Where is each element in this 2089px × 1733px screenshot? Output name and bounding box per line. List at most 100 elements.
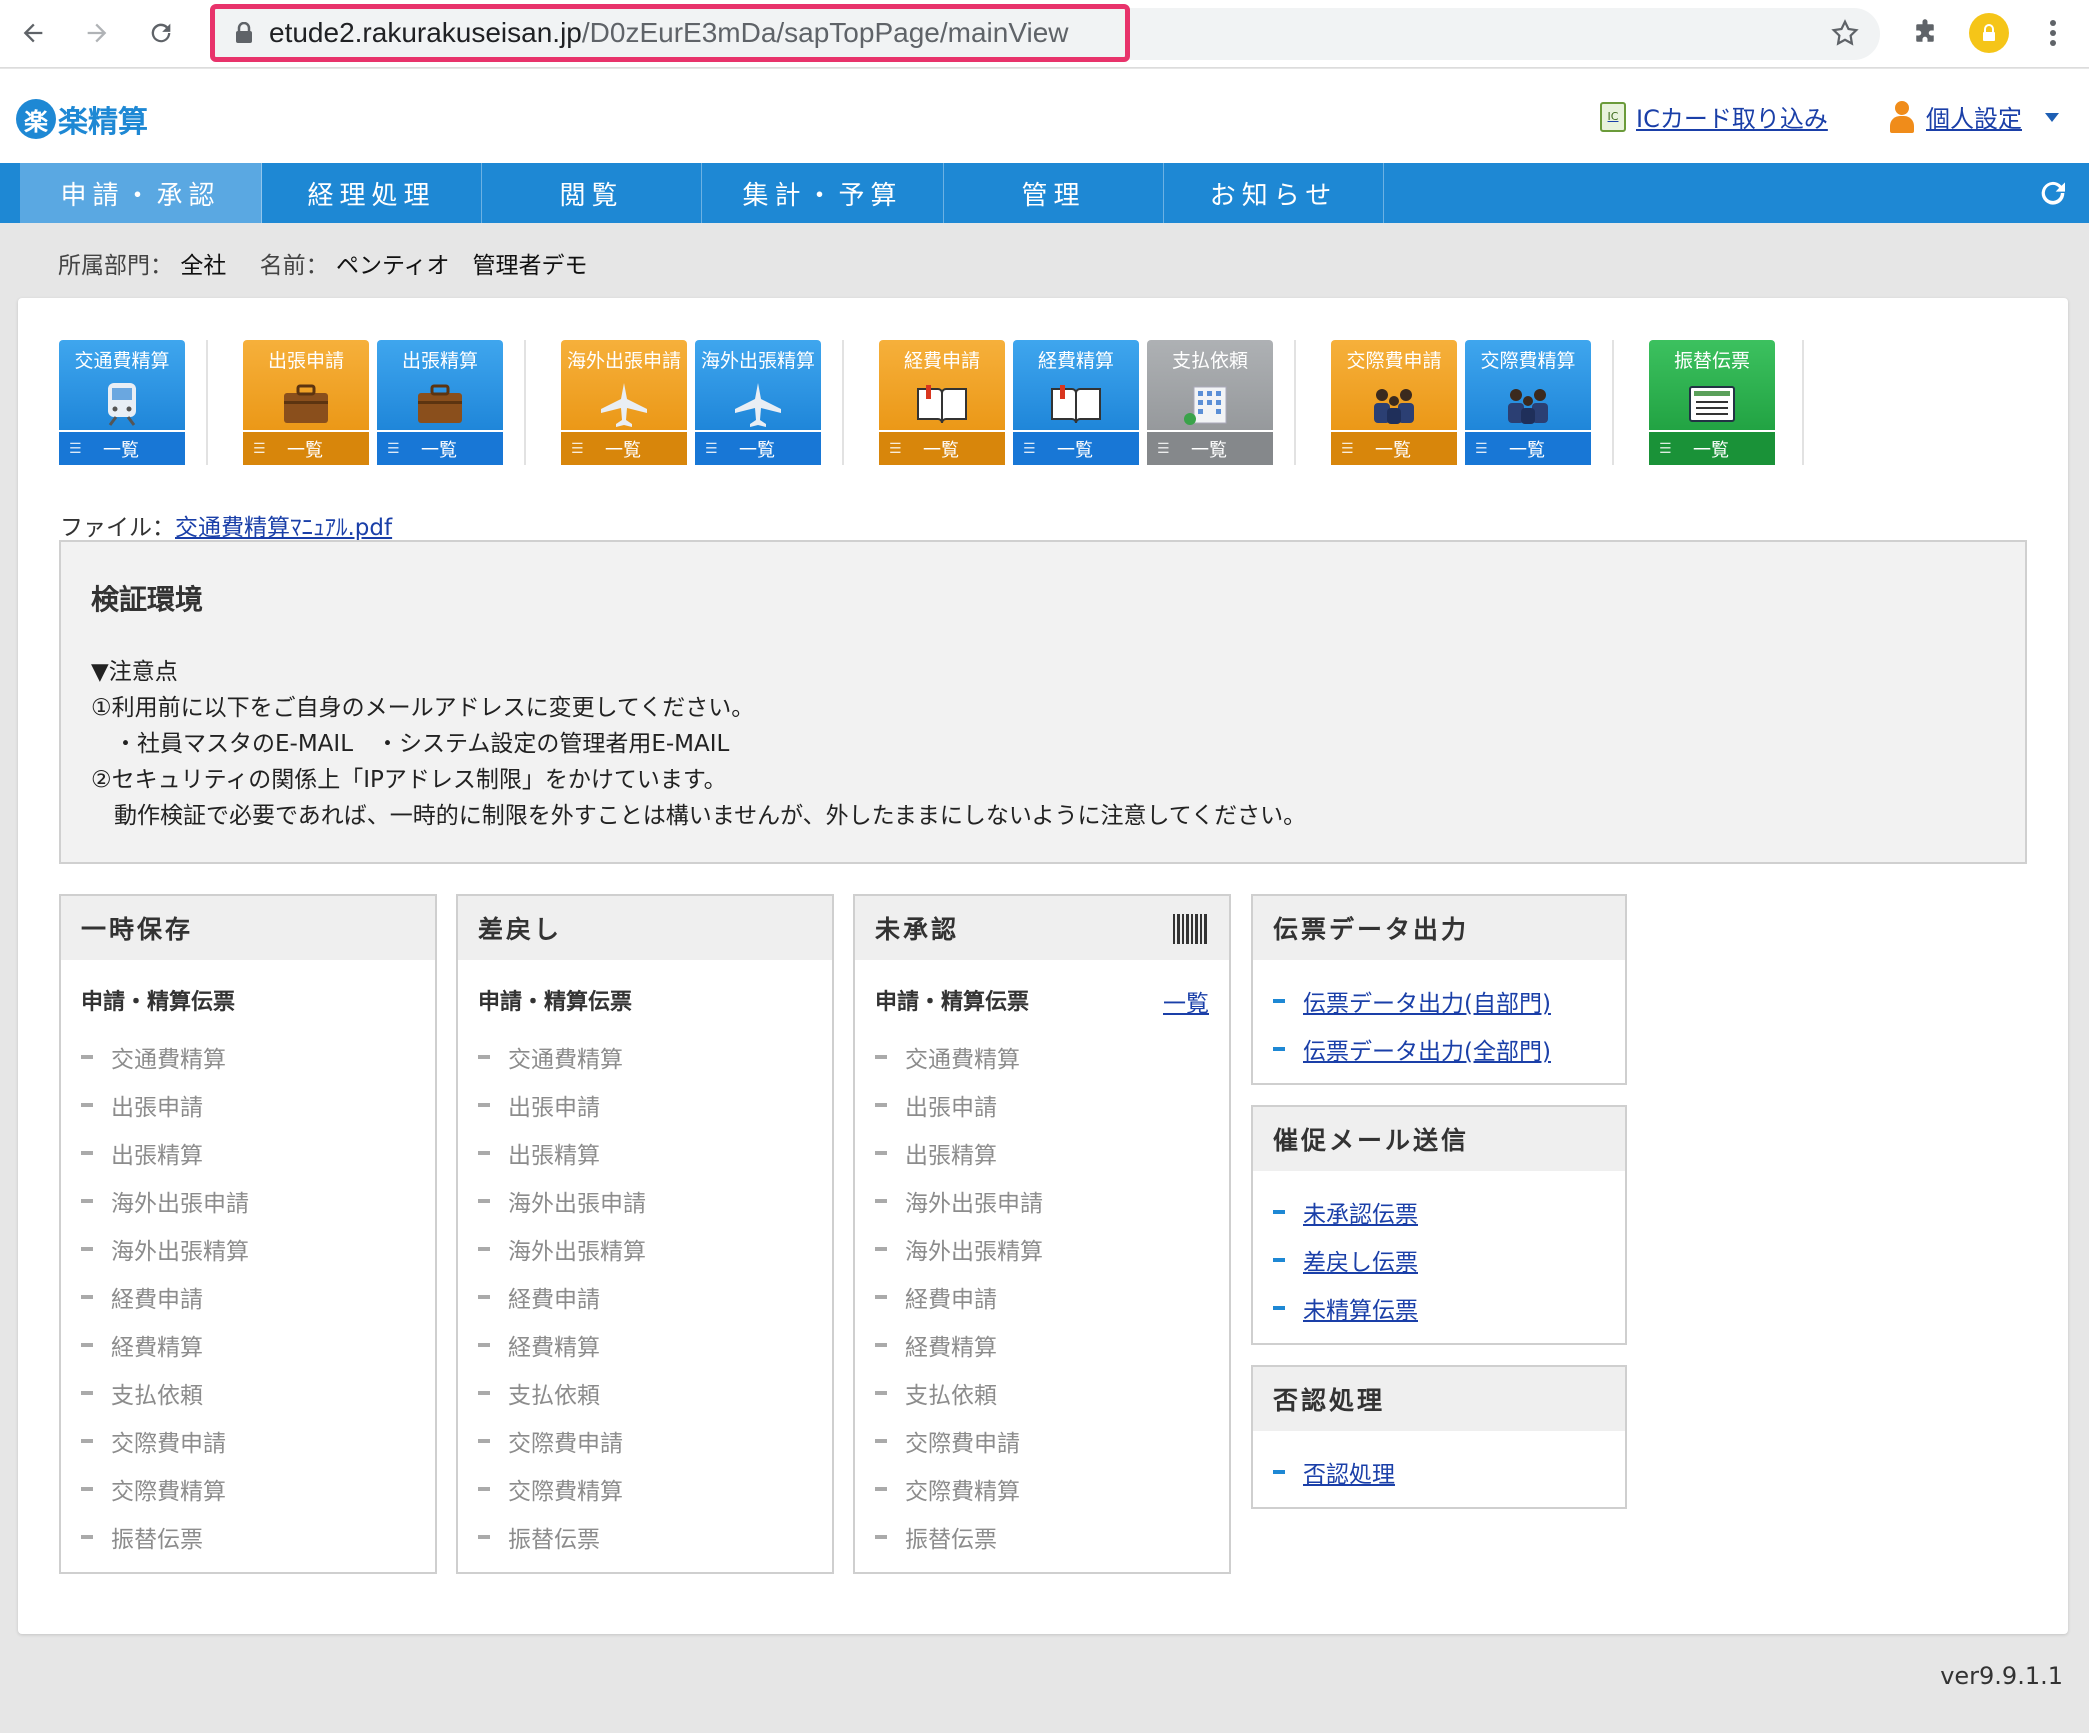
list-item: 交通費精算 <box>478 1040 623 1074</box>
tile-payment-request[interactable]: 支払依頼 ☰ 一覧 <box>1147 340 1273 465</box>
list-item: 出張申請 <box>478 1088 600 1122</box>
temp-saved-box: 一時保存 申請・精算伝票 交通費精算 出張申請 出張精算 海外出張申請 海外出張… <box>59 894 437 1574</box>
list-item: 海外出張申請 <box>478 1184 646 1218</box>
tile-title: 支払依頼 <box>1171 350 1248 372</box>
box-title: 伝票データ出力 <box>1253 896 1625 960</box>
unsettled-voucher-link[interactable]: 未精算伝票 <box>1273 1291 1418 1325</box>
tile-list-label[interactable]: 一覧 <box>923 436 959 462</box>
menu-kebab-icon[interactable] <box>2030 10 2076 56</box>
file-line: ファイル：交通費精算ﾏﾆｭｱﾙ.pdf <box>60 508 392 542</box>
reminder-mail-box: 催促メール送信 未承認伝票 差戻し伝票 未精算伝票 <box>1251 1105 1627 1345</box>
tile-entertainment-settlement[interactable]: 交際費精算 ☰ 一覧 <box>1465 340 1591 465</box>
list-item: 出張申請 <box>875 1088 997 1122</box>
logo[interactable]: 楽 楽精算 <box>16 97 148 141</box>
tab-application-approval[interactable]: 申請・承認 <box>20 163 262 223</box>
list-icon: ☰ <box>1157 440 1170 457</box>
tile-list-label[interactable]: 一覧 <box>739 436 775 462</box>
export-own-dept-link[interactable]: 伝票データ出力(自部門) <box>1273 984 1551 1018</box>
tile-list-label[interactable]: 一覧 <box>1191 436 1227 462</box>
tile-title: 経費精算 <box>1037 350 1114 372</box>
name-label: 名前： <box>259 253 329 279</box>
briefcase-icon <box>284 384 328 423</box>
ic-card-label: ICカード取り込み <box>1636 105 1828 133</box>
tile-expense-application[interactable]: 経費申請 ☰ 一覧 <box>879 340 1005 465</box>
tab-browse[interactable]: 閲覧 <box>482 163 702 223</box>
tile-separator <box>206 340 208 465</box>
tile-list-label[interactable]: 一覧 <box>1693 436 1729 462</box>
back-icon[interactable] <box>10 10 56 56</box>
briefcase-icon <box>418 384 462 423</box>
dept-value: 全社 <box>180 253 227 279</box>
export-all-dept-link[interactable]: 伝票データ出力(全部門) <box>1273 1032 1551 1066</box>
list-icon: ☰ <box>1341 440 1354 457</box>
personal-settings-link[interactable]: 個人設定 <box>1890 99 2060 134</box>
extensions-icon[interactable] <box>1902 10 1948 56</box>
tile-list-label[interactable]: 一覧 <box>103 436 139 462</box>
ic-card-import-link[interactable]: IC ICカード取り込み <box>1600 99 1828 134</box>
user-info: 所属部門： 全社 名前： ペンティオ 管理者デモ <box>58 246 614 280</box>
unapproved-list-link[interactable]: 一覧 <box>1163 984 1209 1018</box>
list-icon: ☰ <box>253 440 266 457</box>
manual-pdf-link[interactable]: 交通費精算ﾏﾆｭｱﾙ.pdf <box>175 515 392 541</box>
tile-list-label[interactable]: 一覧 <box>1375 436 1411 462</box>
list-icon: ☰ <box>1023 440 1036 457</box>
book-icon <box>917 385 967 424</box>
browser-toolbar: etude2.rakurakuseisan.jp/D0zEurE3mDa/sap… <box>0 0 2089 68</box>
bookmark-star-icon[interactable] <box>1822 10 1868 56</box>
airplane-icon <box>601 383 647 427</box>
list-item: 出張精算 <box>478 1136 600 1170</box>
tile-list-label[interactable]: 一覧 <box>421 436 457 462</box>
barcode-icon[interactable] <box>1173 914 1209 944</box>
list-icon: ☰ <box>889 440 902 457</box>
tile-separator <box>1294 340 1296 465</box>
tab-budget[interactable]: 集計・予算 <box>702 163 944 223</box>
refresh-icon[interactable] <box>2037 177 2069 209</box>
airplane-icon <box>735 383 781 427</box>
list-item: 支払依頼 <box>81 1376 203 1410</box>
tile-overseas-trip-application[interactable]: 海外出張申請 ☰ 一覧 <box>561 340 687 465</box>
list-item: 海外出張申請 <box>875 1184 1043 1218</box>
forward-icon[interactable] <box>74 10 120 56</box>
list-item: 交際費精算 <box>81 1472 226 1506</box>
notice-title: 検証環境 <box>91 583 204 616</box>
tile-list-label[interactable]: 一覧 <box>1057 436 1093 462</box>
list-item: 海外出張精算 <box>875 1232 1043 1266</box>
list-item: 交際費申請 <box>478 1424 623 1458</box>
tab-accounting[interactable]: 経理処理 <box>262 163 482 223</box>
rejection-box: 否認処理 否認処理 <box>1251 1365 1627 1509</box>
tile-expense-settlement[interactable]: 経費精算 ☰ 一覧 <box>1013 340 1139 465</box>
tile-list-label[interactable]: 一覧 <box>605 436 641 462</box>
version-label: ver9.9.1.1 <box>1940 1662 2063 1690</box>
tile-transport-expense[interactable]: 交通費精算 ☰ 一覧 <box>59 340 185 465</box>
address-bar[interactable]: etude2.rakurakuseisan.jp/D0zEurE3mDa/sap… <box>210 4 1130 62</box>
tile-list-label[interactable]: 一覧 <box>1509 436 1545 462</box>
dept-label: 所属部門： <box>58 253 173 279</box>
list-item: 交際費精算 <box>478 1472 623 1506</box>
tile-list-label[interactable]: 一覧 <box>287 436 323 462</box>
tile-entertainment-application[interactable]: 交際費申請 ☰ 一覧 <box>1331 340 1457 465</box>
tile-trip-application[interactable]: 出張申請 ☰ 一覧 <box>243 340 369 465</box>
profile-avatar[interactable] <box>1966 10 2012 56</box>
lock-icon <box>236 22 252 43</box>
box-title: 差戻し <box>458 896 832 960</box>
tab-admin[interactable]: 管理 <box>944 163 1164 223</box>
reload-icon[interactable] <box>138 10 184 56</box>
list-item: 出張申請 <box>81 1088 203 1122</box>
list-item: 経費精算 <box>81 1328 203 1362</box>
tile-separator <box>842 340 844 465</box>
list-icon: ☰ <box>69 440 82 457</box>
rejection-process-link[interactable]: 否認処理 <box>1273 1455 1395 1489</box>
returned-voucher-link[interactable]: 差戻し伝票 <box>1273 1243 1418 1277</box>
box-subheading: 申請・精算伝票 <box>875 990 1030 1015</box>
voucher-export-box: 伝票データ出力 伝票データ出力(自部門) 伝票データ出力(全部門) <box>1251 894 1627 1085</box>
tile-trip-settlement[interactable]: 出張精算 ☰ 一覧 <box>377 340 503 465</box>
list-item: 経費申請 <box>875 1280 997 1314</box>
box-title: 否認処理 <box>1253 1367 1625 1431</box>
unapproved-box: 未承認 申請・精算伝票 一覧 交通費精算 出張申請 出張精算 海外出張申請 海外… <box>853 894 1231 1574</box>
voucher-icon <box>1689 386 1735 422</box>
tile-overseas-trip-settlement[interactable]: 海外出張精算 ☰ 一覧 <box>695 340 821 465</box>
tile-transfer-voucher[interactable]: 振替伝票 ☰ 一覧 <box>1649 340 1775 465</box>
unapproved-voucher-link[interactable]: 未承認伝票 <box>1273 1195 1418 1229</box>
tab-notices[interactable]: お知らせ <box>1164 163 1384 223</box>
tile-title: 海外出張申請 <box>566 350 681 372</box>
